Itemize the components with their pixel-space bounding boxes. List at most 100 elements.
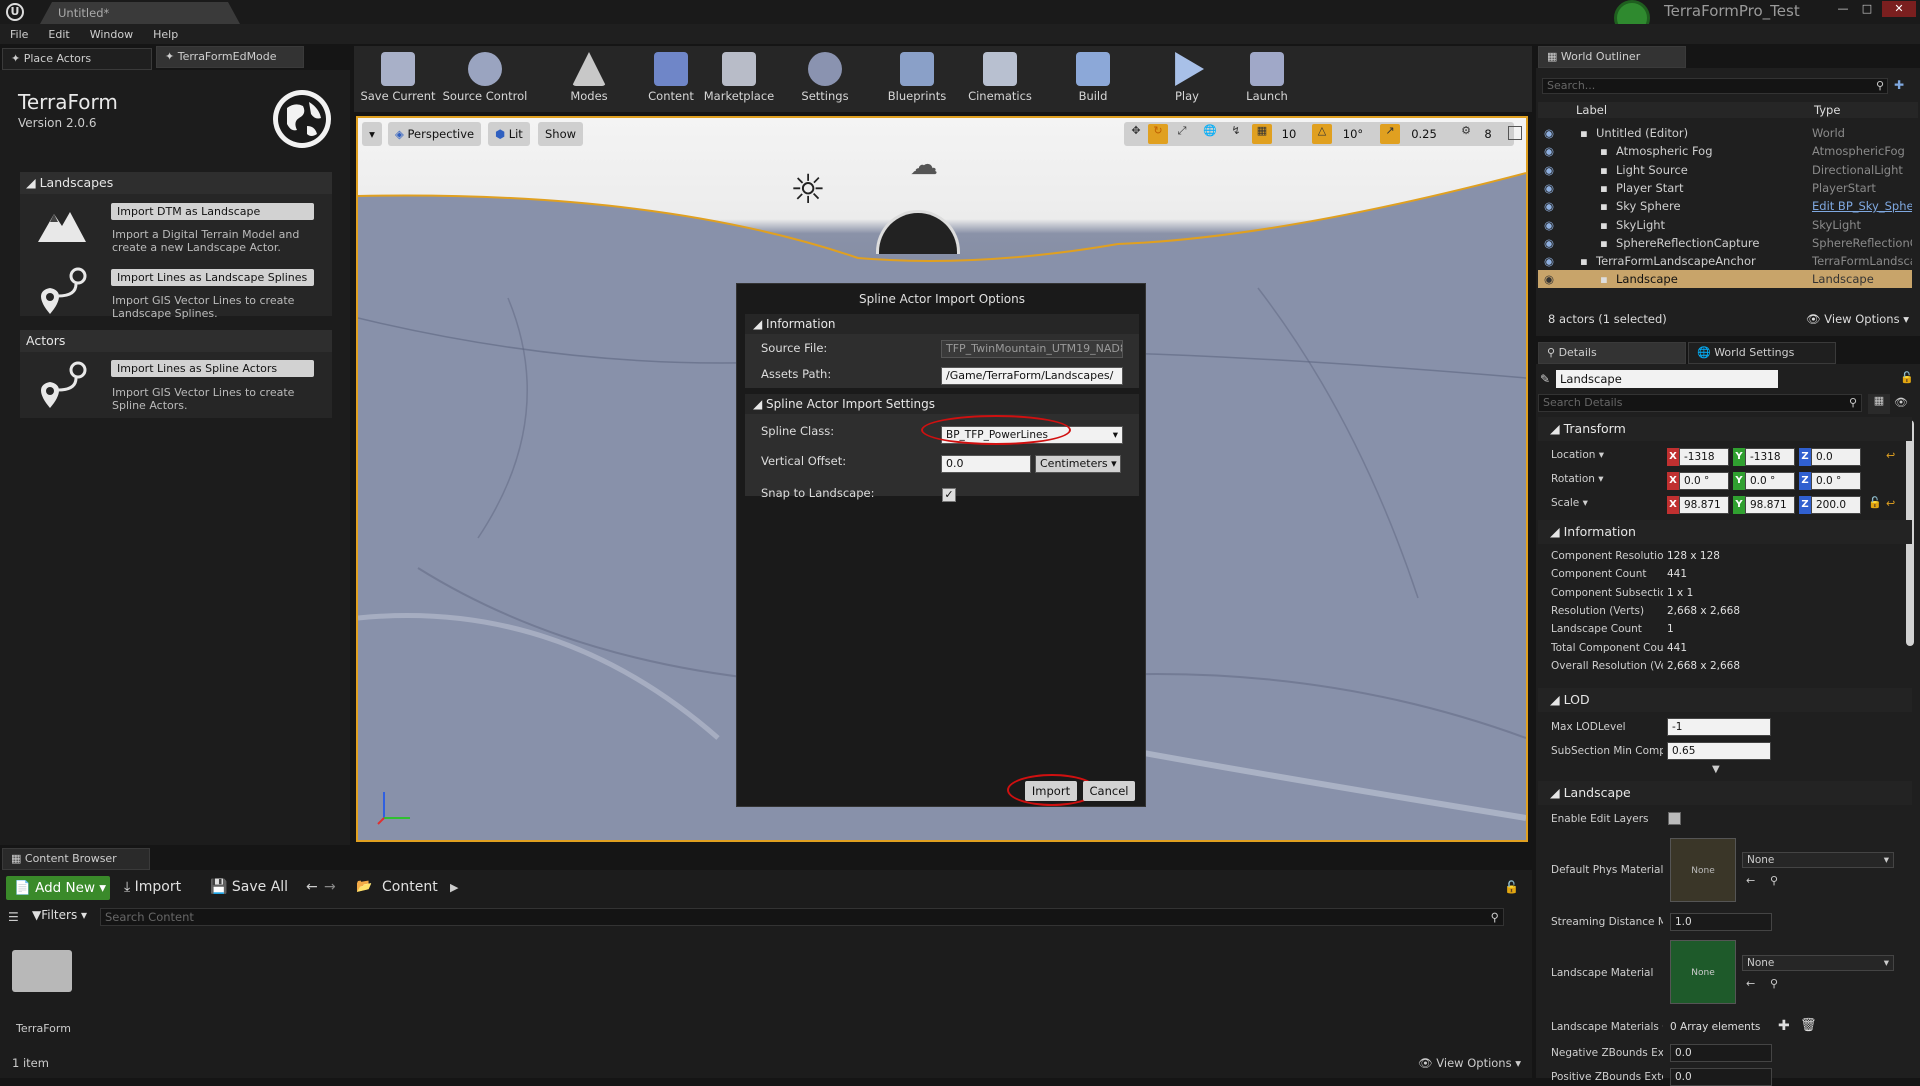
tab-world-outliner[interactable]: ▦ World Outliner — [1538, 46, 1686, 68]
phys-material-dropdown[interactable]: None ▾ — [1742, 852, 1894, 868]
visibility-eye-icon[interactable]: ◉ — [1544, 216, 1554, 234]
max-lod-field[interactable]: -1 — [1667, 718, 1771, 736]
rotation-label[interactable]: Rotation ▾ — [1551, 473, 1604, 485]
details-lock-icon[interactable]: 🔓 — [1900, 371, 1914, 384]
import-button[interactable]: ⤓ Import — [124, 879, 181, 895]
show-button[interactable]: Show — [538, 122, 584, 146]
cinematics-button[interactable]: Cinematics — [965, 48, 1035, 104]
play-button[interactable]: Play — [1152, 48, 1222, 104]
visibility-eye-icon[interactable]: ◉ — [1544, 161, 1554, 179]
modes-button[interactable]: Modes — [554, 48, 624, 104]
forward-arrow-icon[interactable]: → — [324, 879, 336, 895]
maximize-button[interactable]: □ — [1856, 2, 1878, 16]
column-type[interactable]: Type — [1814, 103, 1840, 117]
menu-window[interactable]: Window — [80, 24, 143, 41]
dialog-section-information[interactable]: ◢ Information — [745, 314, 1139, 334]
section-actors[interactable]: Actors — [20, 330, 332, 352]
perspective-button[interactable]: ◈ Perspective — [388, 122, 482, 146]
visibility-eye-icon[interactable]: ◉ — [1544, 179, 1554, 197]
outliner-row[interactable]: ◉ ▪ Atmospheric Fog AtmosphericFog — [1538, 142, 1912, 160]
grid-snap-value[interactable]: 10 — [1276, 124, 1302, 144]
add-new-button[interactable]: 📄 Add New ▾ — [6, 876, 110, 900]
camera-speed-value[interactable]: 8 — [1478, 124, 1498, 144]
rot-z-field[interactable]: 0.0 ° — [1811, 472, 1861, 490]
visibility-eye-icon[interactable]: ◉ — [1544, 124, 1554, 142]
filters-button[interactable]: ▼Filters ▾ — [32, 908, 87, 922]
world-space-icon[interactable]: 🌐 — [1200, 124, 1220, 144]
save-current-button[interactable]: Save Current — [360, 48, 436, 104]
units-dropdown[interactable]: Centimeters ▾ — [1035, 455, 1121, 473]
content-view-options[interactable]: 👁 View Options ▾ — [1418, 1056, 1521, 1070]
back-arrow-icon[interactable]: ← — [306, 879, 318, 895]
close-button[interactable]: ✕ — [1882, 1, 1916, 17]
snap-to-landscape-checkbox[interactable]: ✓ — [942, 488, 956, 502]
tab-place-actors[interactable]: ✦ Place Actors — [2, 48, 152, 70]
outliner-row[interactable]: ◉ ▪ Untitled (Editor) World — [1538, 124, 1912, 142]
outliner-row[interactable]: ◉ ▪ Player Start PlayerStart — [1538, 179, 1912, 197]
actor-name-field[interactable]: Landscape — [1556, 370, 1778, 388]
rotation-snap-icon[interactable]: △ — [1312, 124, 1332, 144]
section-information[interactable]: ◢ Information — [1538, 520, 1912, 544]
details-eye-icon[interactable]: 👁 — [1894, 396, 1908, 409]
section-landscapes[interactable]: ◢ Landscapes — [20, 172, 332, 194]
scl-z-field[interactable]: 200.0 — [1811, 496, 1861, 514]
maximize-viewport-icon[interactable] — [1508, 126, 1522, 140]
loc-x-field[interactable]: -1318 — [1679, 448, 1729, 466]
visibility-eye-icon[interactable]: ◉ — [1544, 197, 1554, 215]
use-selected-material-icon[interactable]: ← — [1746, 977, 1755, 990]
loc-y-field[interactable]: -1318 — [1745, 448, 1795, 466]
phys-material-thumbnail[interactable]: None — [1670, 838, 1736, 902]
scale-lock-icon[interactable]: 🔓 — [1868, 496, 1882, 509]
viewport-options-button[interactable]: ▾ — [362, 122, 382, 146]
outliner-row[interactable]: ◉ ▪ Light Source DirectionalLight — [1538, 161, 1912, 179]
marketplace-button[interactable]: Marketplace — [702, 48, 776, 104]
surface-snap-icon[interactable]: ↯ — [1226, 124, 1246, 144]
import-dtm-button[interactable]: Import DTM as Landscape — [111, 203, 314, 220]
content-search-input[interactable]: Search Content ⚲ — [100, 908, 1504, 926]
grid-snap-icon[interactable]: ▦ — [1252, 124, 1272, 144]
blueprints-button[interactable]: Blueprints — [882, 48, 952, 104]
dialog-section-import-settings[interactable]: ◢ Spline Actor Import Settings — [745, 394, 1139, 414]
minimize-button[interactable]: — — [1832, 2, 1854, 16]
outliner-row[interactable]: ◉ ▪ TerraFormLandscapeAnchor TerraFormLands… — [1538, 252, 1912, 270]
rot-y-field[interactable]: 0.0 ° — [1745, 472, 1795, 490]
streaming-distance-field[interactable]: 1.0 — [1670, 913, 1772, 931]
outliner-row[interactable]: ◉ ▪ Landscape Landscape — [1538, 270, 1912, 289]
outliner-search-input[interactable]: Search... ⚲ — [1542, 78, 1888, 94]
lit-button[interactable]: ⬢ Lit — [488, 122, 530, 146]
tab-details[interactable]: ⚲ Details — [1538, 342, 1686, 364]
scale-label[interactable]: Scale ▾ — [1551, 497, 1588, 509]
menu-edit[interactable]: Edit — [38, 24, 79, 41]
folder-tile[interactable] — [12, 950, 72, 992]
section-transform[interactable]: ◢ Transform — [1538, 417, 1912, 441]
camera-speed-icon[interactable]: ⚙ — [1454, 124, 1478, 144]
scale-icon[interactable]: ⤢ — [1172, 124, 1192, 144]
import-landscape-splines-button[interactable]: Import Lines as Landscape Splines — [111, 269, 314, 286]
path-chevron-icon[interactable]: ▶ — [450, 881, 458, 894]
sources-toggle-icon[interactable]: ☰ — [8, 910, 19, 924]
cancel-button[interactable]: Cancel — [1083, 781, 1135, 801]
source-control-button[interactable]: Source Control — [440, 48, 530, 104]
section-landscape[interactable]: ◢ Landscape — [1538, 781, 1912, 805]
visibility-eye-icon[interactable]: ◉ — [1544, 142, 1554, 160]
translate-icon[interactable]: ✥ — [1126, 124, 1146, 144]
tab-terraform-ed-mode[interactable]: ✦ TerraFormEdMode — [156, 46, 304, 68]
visibility-eye-icon[interactable]: ◉ — [1544, 234, 1554, 252]
tab-world-settings[interactable]: 🌐 World Settings — [1688, 342, 1836, 364]
loc-z-field[interactable]: 0.0 — [1811, 448, 1861, 466]
visibility-eye-icon[interactable]: ◉ — [1544, 252, 1554, 270]
tab-content-browser[interactable]: ▦ Content Browser — [2, 848, 150, 870]
scale-snap-value[interactable]: 0.25 — [1404, 124, 1444, 144]
launch-button[interactable]: Launch — [1232, 48, 1302, 104]
subsection-field[interactable]: 0.65 — [1667, 742, 1771, 760]
location-label[interactable]: Location ▾ — [1551, 449, 1604, 461]
rotate-icon[interactable]: ↻ — [1148, 124, 1168, 144]
outliner-row[interactable]: ◉ ▪ SkyLight SkyLight — [1538, 216, 1912, 234]
menu-file[interactable]: File — [0, 24, 38, 41]
visibility-eye-icon[interactable]: ◉ — [1544, 270, 1554, 288]
content-button[interactable]: Content — [636, 48, 706, 104]
menu-help[interactable]: Help — [143, 24, 188, 41]
use-selected-asset-icon[interactable]: ← — [1746, 874, 1755, 887]
browse-asset-icon[interactable]: ⚲ — [1770, 874, 1778, 887]
outliner-row[interactable]: ◉ ▪ Sky Sphere Edit BP_Sky_Sphere — [1538, 197, 1912, 215]
